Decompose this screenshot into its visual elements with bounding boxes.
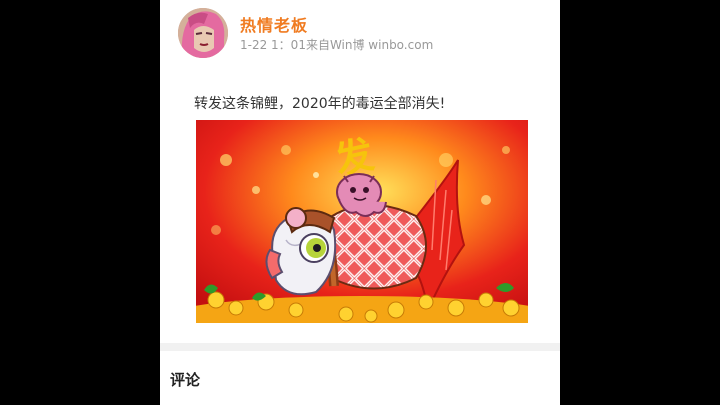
post-meta: 1-22 1：01来自Win博 winbo.com xyxy=(240,38,434,52)
comments-header[interactable]: 评论 xyxy=(170,369,200,390)
koi-fish-image[interactable]: 发 xyxy=(196,120,528,323)
post-text: 转发这条锦鲤，2020年的毒运全部消失! xyxy=(194,96,446,112)
user-avatar[interactable] xyxy=(178,8,228,58)
post-username[interactable]: 热情老板 xyxy=(240,12,308,36)
weibo-post-screen: 热情老板 1-22 1：01来自Win博 winbo.com 转发这条锦鲤，20… xyxy=(160,0,560,405)
section-divider xyxy=(160,343,560,351)
